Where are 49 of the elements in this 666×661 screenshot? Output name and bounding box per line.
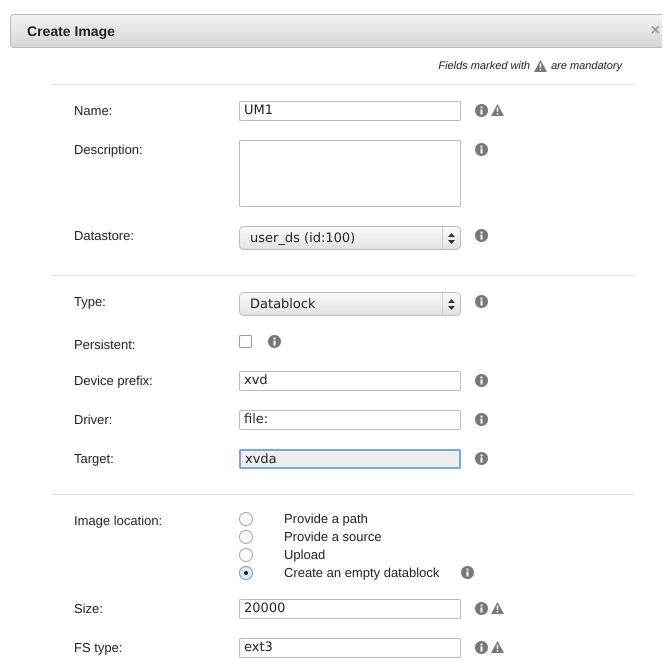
info-icon xyxy=(475,452,488,465)
field-label: Device prefix: xyxy=(74,372,154,388)
info-icon xyxy=(475,143,488,156)
note-text: Fields marked with xyxy=(438,60,530,72)
stepper-arrows-icon xyxy=(448,232,455,244)
text-field[interactable]: 20000 xyxy=(239,599,461,619)
option-label: Provide a path xyxy=(284,511,368,526)
text-area[interactable] xyxy=(239,140,461,207)
info-icon xyxy=(475,104,488,117)
warning-icon xyxy=(491,602,504,614)
radio-button[interactable] xyxy=(239,548,253,562)
text-field[interactable]: file: xyxy=(239,410,461,430)
warning-icon xyxy=(491,641,504,653)
warning-icon xyxy=(491,104,504,116)
note-text: are mandatory xyxy=(551,60,622,72)
info-icon xyxy=(475,413,488,426)
select-field[interactable]: Datablock xyxy=(239,292,461,316)
radio-button[interactable] xyxy=(239,530,253,544)
field-label: Image location: xyxy=(74,512,164,528)
field-label: Type: xyxy=(74,293,107,309)
dialog-title: Create Image xyxy=(27,23,115,39)
text-field[interactable]: ext3 xyxy=(239,638,461,658)
info-icon xyxy=(475,374,488,387)
info-icon xyxy=(475,641,488,654)
field-label: Persistent: xyxy=(74,336,136,352)
text-field[interactable]: UM1 xyxy=(239,101,461,121)
option-label: Upload xyxy=(284,547,326,562)
option-label: Create an empty datablock xyxy=(284,565,440,580)
field-label: Description: xyxy=(74,141,144,157)
field-label: Driver: xyxy=(74,411,114,427)
field-label: FS type: xyxy=(74,639,124,655)
stepper-arrows-icon xyxy=(448,298,455,310)
info-icon xyxy=(461,566,474,579)
warning-icon xyxy=(534,60,548,72)
field-label: Size: xyxy=(74,600,104,616)
checkbox[interactable] xyxy=(239,335,252,348)
option-label: Provide a source xyxy=(284,529,382,544)
field-label: Datastore: xyxy=(74,227,135,243)
info-icon xyxy=(475,602,488,615)
radio-button[interactable] xyxy=(239,512,253,526)
radio-button[interactable] xyxy=(239,566,253,580)
select-field[interactable]: user_ds (id:100) xyxy=(239,226,461,250)
info-icon xyxy=(268,335,281,348)
field-label: Name: xyxy=(74,102,114,118)
field-label: Target: xyxy=(74,450,115,466)
info-icon xyxy=(475,295,488,308)
text-field[interactable]: xvda xyxy=(239,449,461,469)
text-field[interactable]: xvd xyxy=(239,371,461,391)
info-icon xyxy=(475,229,488,242)
